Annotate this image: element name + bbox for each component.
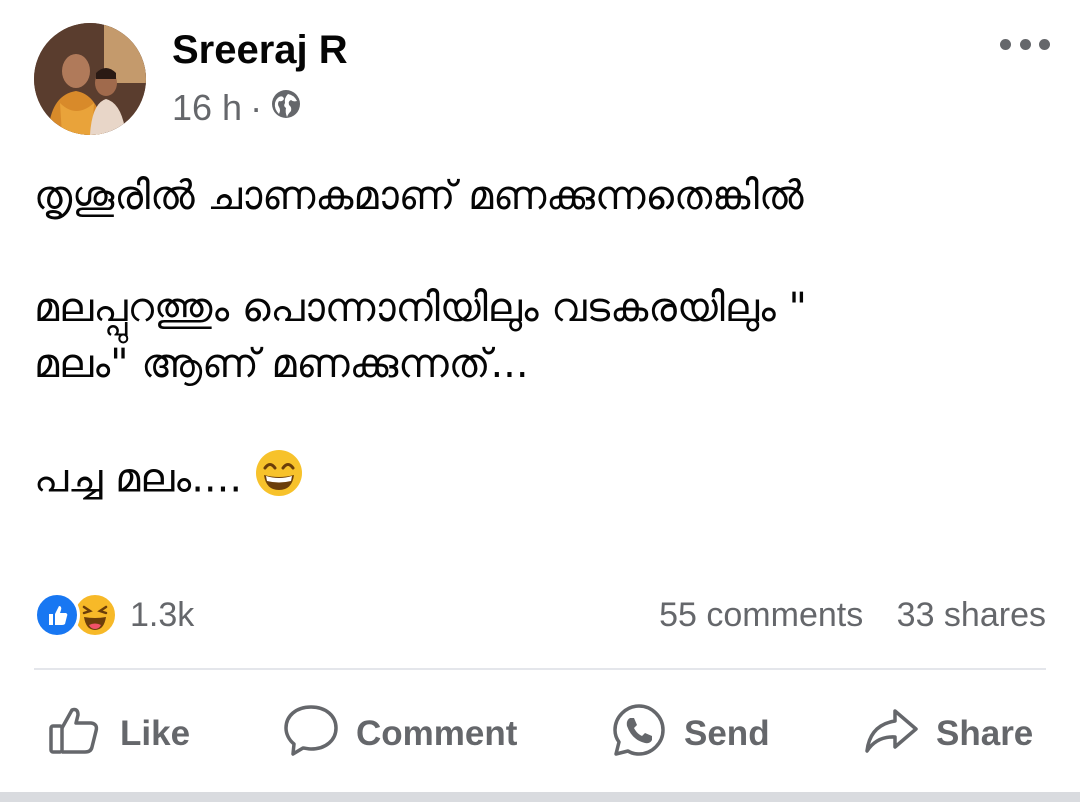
shares-count[interactable]: 33 shares	[897, 596, 1046, 634]
author-name[interactable]: Sreeraj R	[172, 28, 348, 73]
post-line-last: പച്ച മലം....	[34, 448, 1054, 513]
comment-button[interactable]: Comment	[282, 694, 517, 774]
post-meta: 16 h ·	[172, 86, 302, 130]
action-bar: Like Comment Send Share	[0, 694, 1080, 774]
comments-count[interactable]: 55 comments	[659, 596, 863, 634]
post-line: മലം" ആണ് മണക്കുന്നത്...	[34, 341, 529, 387]
like-label: Like	[120, 714, 191, 753]
globe-icon	[270, 87, 302, 129]
grinning-face-icon	[254, 448, 304, 513]
share-arrow-icon	[862, 701, 936, 768]
send-label: Send	[684, 714, 770, 753]
share-label: Share	[936, 714, 1034, 753]
thumbs-up-icon	[46, 701, 120, 768]
like-icon	[34, 592, 80, 638]
bottom-separator	[0, 792, 1080, 802]
more-options-icon[interactable]	[1000, 34, 1050, 54]
post-line: തൃശൂരിൽ ചാണകമാണ് മണക്കുന്നതെങ്കിൽ	[34, 173, 804, 219]
whatsapp-icon	[610, 701, 684, 768]
share-button[interactable]: Share	[862, 694, 1033, 774]
post-text: തൃശൂരിൽ ചാണകമാണ് മണക്കുന്നതെങ്കിൽ മലപ്പു…	[34, 168, 1054, 513]
more-dot	[1019, 38, 1031, 50]
reactions-summary[interactable]: 1.3k	[34, 592, 194, 638]
more-dot	[1000, 38, 1011, 50]
like-button[interactable]: Like	[46, 694, 190, 774]
meta-separator: ·	[250, 87, 263, 128]
send-button[interactable]: Send	[610, 694, 770, 774]
post-line: മലപ്പുറത്തും പൊന്നാനിയിലും വടകരയിലും "	[34, 285, 807, 331]
divider	[34, 668, 1046, 670]
comment-bubble-icon	[282, 701, 356, 768]
reactions-count: 1.3k	[130, 595, 195, 634]
comment-label: Comment	[356, 714, 518, 753]
author-avatar[interactable]	[34, 23, 146, 135]
post-line: പച്ച മലം....	[34, 455, 243, 502]
engagement-counts: 55 comments 33 shares	[659, 596, 1046, 635]
post-time[interactable]: 16 h	[172, 87, 242, 129]
more-dot	[1039, 38, 1050, 50]
post-stats: 1.3k 55 comments 33 shares	[34, 590, 1046, 640]
